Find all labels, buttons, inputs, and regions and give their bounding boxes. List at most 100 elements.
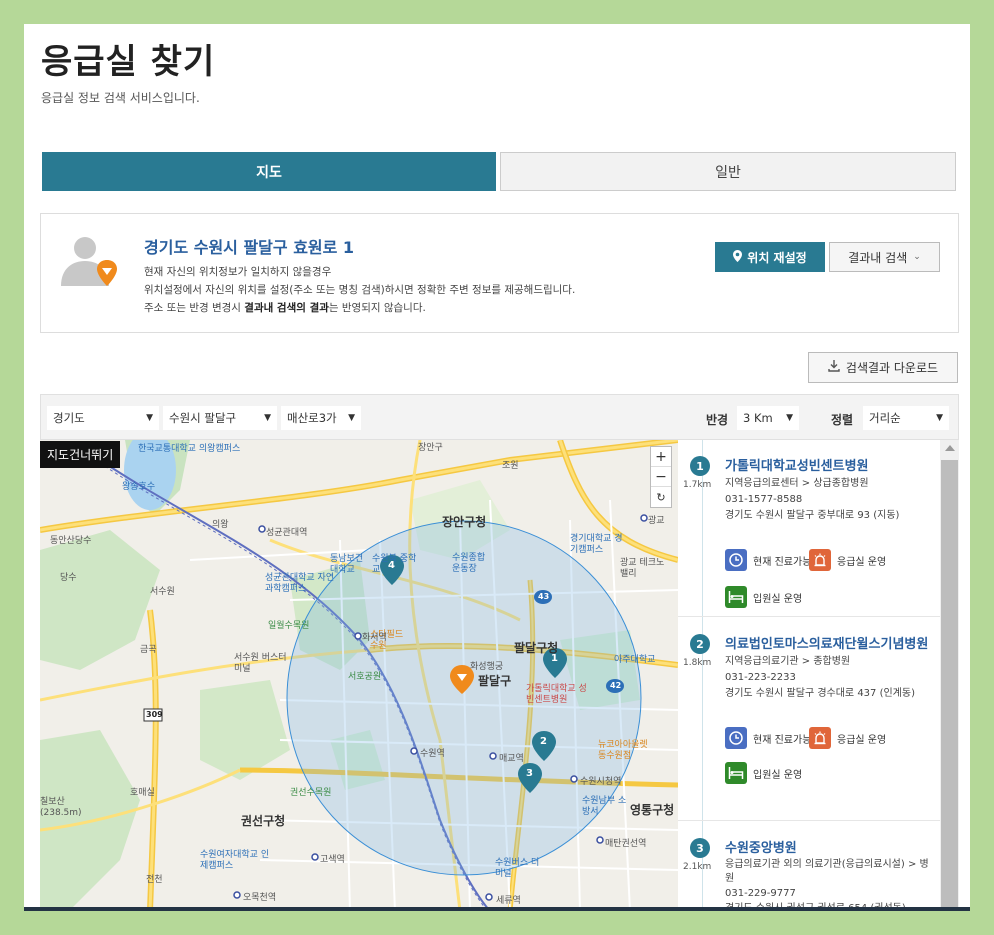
- result-name[interactable]: 가톨릭대학교성빈센트병원: [725, 455, 930, 474]
- map-label: 수원역: [420, 749, 445, 759]
- page-title: 응급실 찾기: [41, 42, 216, 82]
- badge-label: 입원실 운영: [753, 769, 803, 781]
- map-label: 장안구청: [442, 515, 487, 529]
- dong-select[interactable]: 매산로3가 ▼: [281, 406, 361, 430]
- user-avatar-icon: [57, 230, 119, 292]
- result-type: 지역응급의료기관 > 종합병원: [725, 656, 851, 667]
- sort-select[interactable]: 거리순 ▼: [863, 406, 949, 430]
- map-label: 서수원: [150, 587, 175, 597]
- map-label: 금곡: [140, 645, 157, 655]
- map-label: 조원: [502, 461, 519, 471]
- search-in-results-label: 결과내 검색: [848, 250, 908, 265]
- bed-icon: [725, 762, 747, 784]
- sort-value: 거리순: [869, 411, 901, 425]
- badge-label: 현재 진료가능: [753, 734, 812, 746]
- radius-select[interactable]: 3 Km ▼: [737, 406, 799, 430]
- note3-pre: 주소 또는 반경 변경시: [144, 302, 245, 314]
- sort-label: 정렬: [831, 413, 854, 427]
- location-note-2: 위치설정에서 자신의 위치를 설정(주소 또는 명칭 검색)하시면 정확한 주변…: [144, 284, 576, 296]
- download-results-button[interactable]: 검색결과 다운로드: [808, 352, 958, 383]
- scroll-up-icon[interactable]: [945, 445, 955, 451]
- map-label: 아주대학교: [614, 655, 656, 665]
- map-label: 호매실: [130, 788, 155, 798]
- province-select[interactable]: 경기도 ▼: [47, 406, 159, 430]
- map-label: 한국교통대학교 의왕캠퍼스: [138, 444, 241, 454]
- reset-location-label: 위치 재설정: [747, 250, 807, 265]
- tab-map[interactable]: 지도: [42, 152, 496, 191]
- location-box: 경기도 수원시 팔달구 효원로 1 현재 자신의 위치정보가 일치하지 않을경우…: [40, 213, 959, 333]
- chevron-down-icon: ▼: [264, 413, 271, 423]
- map-reset-button[interactable]: ↻: [651, 487, 671, 507]
- map-label: 왕송호수: [122, 482, 156, 492]
- status-badge-inpatient: 입원실 운영: [725, 762, 802, 784]
- route-shield-label: 309: [146, 710, 163, 719]
- divider: [678, 616, 940, 617]
- location-note-3: 주소 또는 반경 변경시 결과내 검색의 결과는 반영되지 않습니다.: [144, 300, 426, 315]
- result-phone: 031-1577-8588: [725, 494, 803, 505]
- filter-bar: 경기도 ▼ 수원시 팔달구 ▼ 매산로3가 ▼ 반경 3 Km ▼ 정렬 거리순 ▼: [40, 394, 959, 440]
- status-badge-inpatient: 입원실 운영: [725, 586, 802, 608]
- map-label: 팔달구: [478, 674, 512, 688]
- results-list: 1 1.7km 가톨릭대학교성빈센트병원 지역응급의료센터 > 상급종합병원 0…: [678, 440, 959, 911]
- map-marker-label: 2: [540, 736, 547, 747]
- result-address: 경기도 수원시 팔달구 경수대로 437 (인계동): [725, 688, 915, 699]
- map-label: 수원남부 소방서: [582, 796, 627, 817]
- map-label: 성균관대학교 자연과학캠퍼스: [265, 573, 335, 594]
- map-label: 뉴코아아울렛 동수원점: [598, 740, 648, 761]
- note3-post: 는 반영되지 않습니다.: [328, 302, 426, 314]
- map-label: 고색역: [320, 855, 345, 865]
- route-shield-label: 43: [538, 592, 550, 601]
- map-marker-label: 3: [526, 768, 533, 779]
- zoom-in-button[interactable]: +: [651, 447, 671, 467]
- reset-location-button[interactable]: 위치 재설정: [715, 242, 825, 272]
- map-label: 매탄권선역: [605, 839, 647, 849]
- map-marker-label: 1: [551, 653, 558, 664]
- result-number: 3: [690, 838, 710, 858]
- radius-label: 반경: [706, 413, 729, 427]
- map-label: 광교: [648, 516, 665, 526]
- scroll-thumb[interactable]: [941, 460, 958, 911]
- map-label: 광교 테크노밸리: [620, 558, 665, 579]
- result-address: 경기도 수원시 팔달구 중부대로 93 (지동): [725, 510, 900, 521]
- clock-icon: [725, 549, 747, 571]
- map-label: 동남보건 대학교: [330, 554, 364, 575]
- result-type: 지역응급의료센터 > 상급종합병원: [725, 478, 869, 489]
- map-label: 수원여자대학교 인제캠퍼스: [200, 850, 270, 871]
- map-label: 세류역: [496, 896, 521, 906]
- map-label: 경기대학교 경기캠퍼스: [570, 534, 623, 555]
- skip-map-button[interactable]: 지도건너뛰기: [40, 441, 121, 468]
- current-address: 경기도 수원시 팔달구 효원로 1: [144, 238, 355, 257]
- clock-icon: [725, 727, 747, 749]
- result-distance: 1.8km: [683, 658, 712, 668]
- badge-label: 응급실 운영: [837, 734, 887, 746]
- result-name[interactable]: 수원중앙병원: [725, 837, 930, 856]
- badge-label: 입원실 운영: [753, 593, 803, 605]
- tab-general[interactable]: 일반: [500, 152, 956, 191]
- city-select[interactable]: 수원시 팔달구 ▼: [163, 406, 277, 430]
- map-label: 칠보산 (238.5m): [40, 797, 82, 818]
- map-view[interactable]: 한국교통대학교 의왕캠퍼스 왕송호수 동안산당수 당수 의왕 성균관대역 서수원…: [40, 440, 678, 911]
- radius-value: 3 Km: [743, 411, 773, 425]
- status-badge-er: 응급실 운영: [809, 727, 886, 749]
- location-note-1: 현재 자신의 위치정보가 일치하지 않을경우: [144, 266, 332, 278]
- map-label: 당수: [60, 573, 77, 583]
- map-label: 수원종합 운동장: [452, 553, 486, 574]
- main-panel: 응급실 찾기 응급실 정보 검색 서비스입니다. 지도 일반 경기도 수원시 팔…: [24, 24, 970, 911]
- result-number: 1: [690, 456, 710, 476]
- pin-icon: [733, 249, 743, 265]
- results-scrollbar[interactable]: [940, 440, 959, 911]
- search-in-results-button[interactable]: 결과내 검색 ⌄: [829, 242, 940, 272]
- download-label: 검색결과 다운로드: [845, 361, 939, 375]
- map-label: 전천: [146, 875, 163, 885]
- result-phone: 031-229-9777: [725, 888, 796, 899]
- result-name[interactable]: 의료법인토마스의료재단윌스기념병원: [725, 633, 930, 652]
- result-distance: 1.7km: [683, 480, 712, 490]
- dong-value: 매산로3가: [287, 411, 337, 425]
- note3-bold: 결과내 검색의 결과: [244, 302, 329, 314]
- zoom-out-button[interactable]: −: [651, 467, 671, 487]
- map-label: 수원시청역: [580, 777, 622, 787]
- map-marker-label: 4: [388, 560, 395, 571]
- bottom-bar: [24, 907, 970, 911]
- page-subtitle: 응급실 정보 검색 서비스입니다.: [41, 91, 200, 105]
- map-label: 오목천역: [243, 893, 277, 903]
